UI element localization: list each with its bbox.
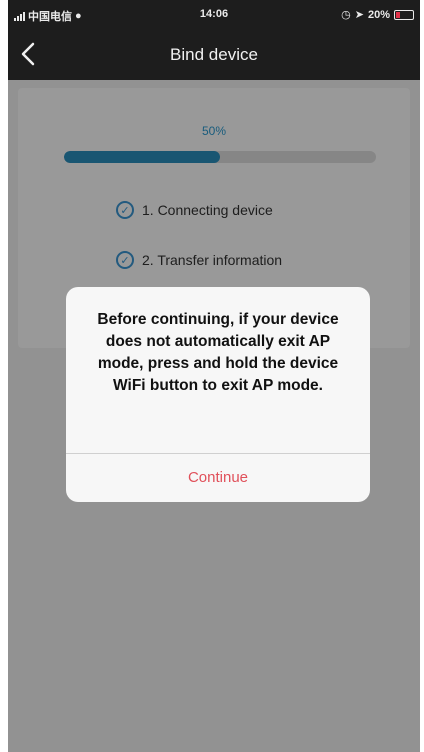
- battery-percent: 20%: [367, 8, 390, 21]
- nav-bar: Bind device: [8, 28, 420, 80]
- page-title: Bind device: [170, 45, 258, 64]
- screen: 中国电信 ● 14:06 ◷ ➤ 20% Bind device 50% ✓ 1…: [0, 0, 424, 752]
- battery-icon: [394, 9, 414, 20]
- alert-dialog: Before continuing, if your device does n…: [66, 287, 370, 502]
- status-right: ◷ ➤ 20%: [341, 8, 414, 21]
- dialog-message: Before continuing, if your device does n…: [97, 311, 339, 394]
- alarm-icon: ◷: [341, 9, 351, 21]
- continue-button[interactable]: Continue: [66, 454, 370, 502]
- status-bar: 中国电信 ● 14:06 ◷ ➤ 20%: [8, 0, 420, 28]
- location-icon: ➤: [354, 9, 364, 21]
